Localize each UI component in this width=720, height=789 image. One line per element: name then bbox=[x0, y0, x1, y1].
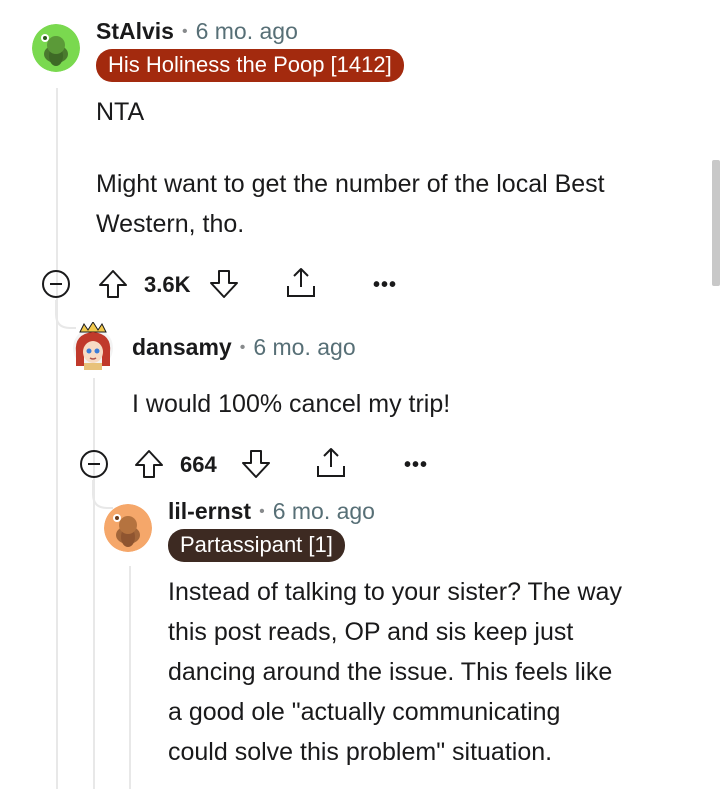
vote-count: 664 bbox=[180, 452, 217, 477]
collapse-button[interactable] bbox=[80, 450, 108, 478]
thread-line-level-2[interactable] bbox=[93, 378, 95, 789]
upvote-icon[interactable] bbox=[97, 268, 129, 300]
share-icon[interactable] bbox=[284, 266, 318, 300]
comment-meta: lil-ernst • 6 mo. ago bbox=[168, 498, 375, 525]
comment-meta: StAlvis • 6 mo. ago bbox=[96, 18, 298, 45]
username[interactable]: StAlvis bbox=[96, 18, 174, 45]
timestamp: 6 mo. ago bbox=[272, 498, 375, 524]
comment-line: I would 100% cancel my trip! bbox=[132, 390, 451, 418]
snoo-avatar-icon bbox=[104, 504, 152, 552]
comment-line: Might want to get the number of the loca… bbox=[96, 170, 605, 198]
comment-body: NTA Might want to get the number of the … bbox=[96, 92, 696, 244]
character-avatar-icon bbox=[73, 322, 113, 370]
snoo-avatar-icon bbox=[32, 24, 80, 72]
collapse-button[interactable] bbox=[42, 270, 70, 298]
user-flair: Partassipant [1] bbox=[168, 529, 345, 562]
avatar[interactable] bbox=[104, 504, 152, 552]
comment-line: dancing around the issue. This feels lik… bbox=[168, 658, 613, 686]
separator-dot: • bbox=[181, 22, 188, 40]
comment-line: Instead of talking to your sister? The w… bbox=[168, 578, 622, 606]
downvote-icon[interactable] bbox=[208, 268, 240, 300]
minus-icon bbox=[88, 463, 100, 465]
comment-line: a good ole "actually communicating bbox=[168, 698, 561, 726]
user-flair: His Holiness the Poop [1412] bbox=[96, 49, 404, 82]
minus-icon bbox=[50, 283, 62, 285]
thread-line-level-3[interactable] bbox=[129, 566, 131, 789]
separator-dot: • bbox=[239, 338, 246, 356]
comment-line: NTA bbox=[96, 98, 145, 126]
separator-dot: • bbox=[259, 502, 265, 520]
thread-line-level-1[interactable] bbox=[56, 88, 58, 789]
comment-line: this post reads, OP and sis keep just bbox=[168, 618, 574, 646]
timestamp: 6 mo. ago bbox=[195, 18, 298, 44]
comment-body: I would 100% cancel my trip! bbox=[132, 384, 692, 424]
downvote-icon[interactable] bbox=[240, 448, 272, 480]
avatar[interactable] bbox=[32, 24, 80, 72]
comment-meta: dansamy • 6 mo. ago bbox=[132, 334, 356, 361]
comment-line: Western, tho. bbox=[96, 210, 245, 238]
scrollbar-thumb[interactable] bbox=[712, 160, 720, 286]
comment-body: Instead of talking to your sister? The w… bbox=[168, 572, 708, 772]
upvote-icon[interactable] bbox=[133, 448, 165, 480]
vote-count: 3.6K bbox=[144, 272, 191, 297]
more-options-button[interactable]: ••• bbox=[404, 454, 428, 477]
share-icon[interactable] bbox=[314, 446, 348, 480]
more-options-button[interactable]: ••• bbox=[373, 274, 397, 297]
username[interactable]: lil-ernst bbox=[168, 498, 251, 525]
username[interactable]: dansamy bbox=[132, 334, 232, 361]
comment-line: could solve this problem" situation. bbox=[168, 738, 553, 766]
timestamp: 6 mo. ago bbox=[253, 334, 356, 360]
avatar[interactable] bbox=[70, 322, 116, 370]
